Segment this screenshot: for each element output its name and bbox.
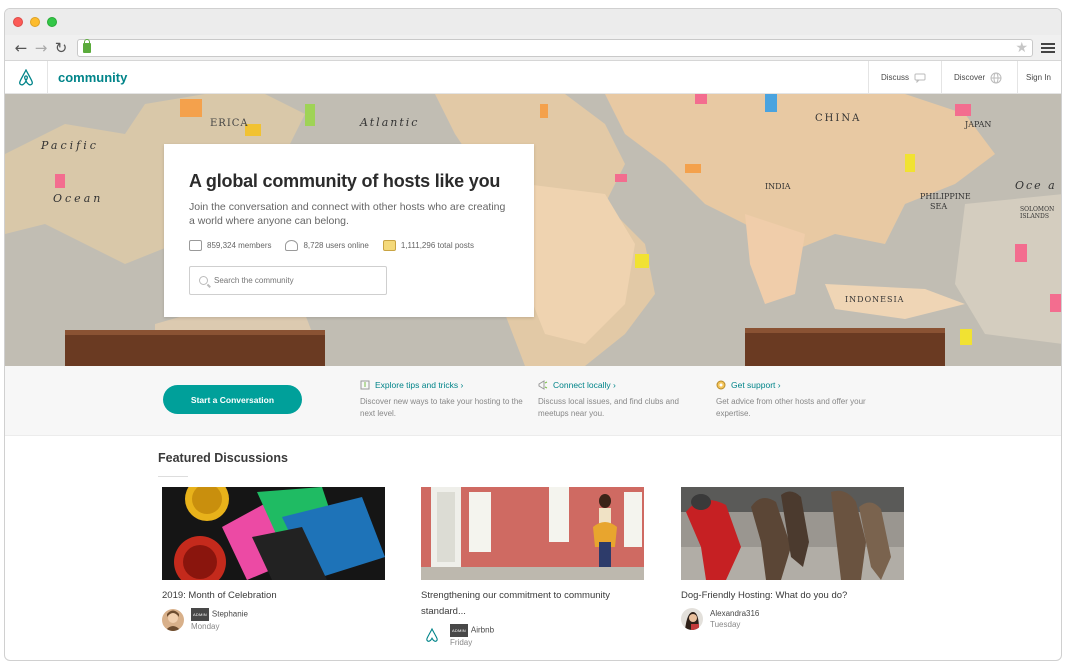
action-strip: Start a Conversation Explore tips and tr…: [5, 366, 1061, 436]
map-label-islands: ISLANDS: [1020, 213, 1049, 220]
tip-support-title: Get support ›: [731, 380, 781, 390]
reload-icon[interactable]: ↻: [51, 39, 71, 57]
tip-connect: Connect locally › Discuss local issues, …: [538, 380, 708, 420]
nav-discuss[interactable]: Discuss: [868, 61, 941, 94]
community-search[interactable]: [189, 266, 387, 295]
post-day: Friday: [450, 638, 473, 647]
author-avatar[interactable]: [162, 609, 184, 631]
tip-explore: Explore tips and tricks › Discover new w…: [360, 380, 530, 420]
browser-toolbar: ← → ↻ ★: [5, 35, 1061, 61]
map-label-erica: ERICA: [210, 118, 249, 129]
map-label-ocean: Ocean: [53, 192, 103, 205]
search-input[interactable]: [214, 276, 374, 285]
tip-support-desc: Get advice from other hosts and offer yo…: [716, 397, 866, 418]
author-name[interactable]: Airbnb: [471, 626, 494, 635]
back-arrow-icon[interactable]: ←: [11, 39, 31, 57]
map-label-india: INDIA: [765, 182, 791, 191]
hero-title: A global community of hosts like you: [189, 171, 501, 191]
author-avatar[interactable]: [681, 608, 703, 630]
airbnb-logo-icon[interactable]: [5, 60, 48, 94]
card-author: Alexandra316 Tuesday: [681, 608, 904, 630]
posts-icon: [382, 240, 396, 251]
card-image[interactable]: [162, 487, 385, 580]
lock-icon: [83, 38, 91, 53]
card-author: ADMIN Airbnb Friday: [421, 624, 644, 648]
members-icon: [189, 240, 202, 251]
forward-arrow-icon[interactable]: →: [31, 39, 51, 57]
community-stats: 859,324 members 8,728 users online 1,111…: [189, 240, 509, 251]
globe-icon: [990, 72, 1002, 83]
nav-sign-in[interactable]: Sign In: [1017, 61, 1061, 94]
post-day: Monday: [191, 622, 220, 631]
online-users-icon: [285, 240, 299, 251]
minimize-window-button[interactable]: [30, 17, 40, 27]
brand-name[interactable]: community: [58, 70, 127, 85]
nav-discuss-label: Discuss: [881, 73, 910, 82]
post-day: Tuesday: [710, 620, 741, 629]
card-image[interactable]: [421, 487, 644, 580]
tip-explore-desc: Discover new ways to take your hosting t…: [360, 397, 523, 418]
tip-support-link[interactable]: Get support ›: [716, 380, 886, 390]
tip-explore-link[interactable]: Explore tips and tricks ›: [360, 380, 530, 390]
featured-card[interactable]: Strengthening our commitment to communit…: [421, 487, 644, 648]
map-label-china: CHINA: [815, 113, 861, 124]
hero-banner: ERICA Atlantic Pacific Ocean CHINA JAPAN…: [5, 94, 1061, 366]
tip-connect-link[interactable]: Connect locally ›: [538, 380, 708, 390]
address-bar[interactable]: ★: [77, 38, 1033, 57]
nav-discover-label: Discover: [954, 73, 986, 82]
stat-posts: 1,111,296 total posts: [382, 240, 474, 251]
stat-posts-text: 1,111,296 total posts: [400, 241, 474, 250]
map-label-sea: SEA: [930, 202, 947, 211]
stat-online: 8,728 users online: [285, 240, 369, 251]
stat-members: 859,324 members: [189, 240, 271, 251]
featured-card[interactable]: 2019: Month of Celebration ADMIN Stephani…: [162, 487, 385, 632]
author-name[interactable]: Alexandra316: [710, 609, 759, 618]
chat-bubble-icon: [914, 73, 926, 83]
hero-card: A global community of hosts like you Joi…: [164, 144, 534, 317]
card-title[interactable]: Strengthening our commitment to communit…: [421, 588, 644, 620]
featured-heading: Featured Discussions: [158, 451, 288, 465]
map-label-solomon: SOLOMON: [1020, 206, 1054, 213]
stat-members-text: 859,324 members: [207, 241, 272, 250]
tip-connect-title: Connect locally ›: [553, 380, 616, 390]
site-header: community Discuss Discover Sign In: [5, 60, 1061, 94]
search-icon: [199, 276, 208, 285]
start-conversation-button[interactable]: Start a Conversation: [163, 385, 302, 414]
map-label-ocean-right: Oce a: [1015, 179, 1057, 192]
lightbulb-icon: [360, 380, 370, 390]
map-label-atlantic: Atlantic: [359, 116, 419, 129]
tip-support: Get support › Get advice from other host…: [716, 380, 886, 420]
tip-explore-title: Explore tips and tricks ›: [375, 380, 464, 390]
card-author: ADMIN Stephanie Monday: [162, 608, 385, 632]
map-label-pacific: Pacific: [40, 139, 99, 152]
card-title[interactable]: 2019: Month of Celebration: [162, 588, 385, 604]
featured-divider: [158, 476, 188, 477]
card-image[interactable]: [681, 487, 904, 580]
hamburger-menu-icon[interactable]: [1041, 42, 1055, 53]
title-bar: [5, 9, 1061, 35]
map-label-indonesia: INDONESIA: [845, 295, 904, 304]
close-window-button[interactable]: [13, 17, 23, 27]
stat-online-text: 8,728 users online: [303, 241, 369, 250]
tip-connect-desc: Discuss local issues, and find clubs and…: [538, 397, 679, 418]
maximize-window-button[interactable]: [47, 17, 57, 27]
author-avatar[interactable]: [421, 625, 443, 647]
megaphone-icon: [538, 380, 548, 390]
admin-badge: ADMIN: [191, 608, 209, 621]
map-label-japan: JAPAN: [964, 120, 991, 129]
map-label-philippine: PHILIPPINE: [920, 192, 971, 201]
featured-card[interactable]: Dog-Friendly Hosting: What do you do? Al…: [681, 487, 904, 630]
bookmark-star-icon[interactable]: ★: [1015, 40, 1028, 56]
card-title[interactable]: Dog-Friendly Hosting: What do you do?: [681, 588, 904, 604]
support-icon: [716, 380, 726, 390]
nav-sign-in-label: Sign In: [1026, 73, 1051, 82]
nav-discover[interactable]: Discover: [941, 61, 1017, 94]
author-name[interactable]: Stephanie: [212, 610, 248, 619]
admin-badge: ADMIN: [450, 624, 468, 637]
hero-subtitle: Join the conversation and connect with o…: [189, 201, 506, 227]
